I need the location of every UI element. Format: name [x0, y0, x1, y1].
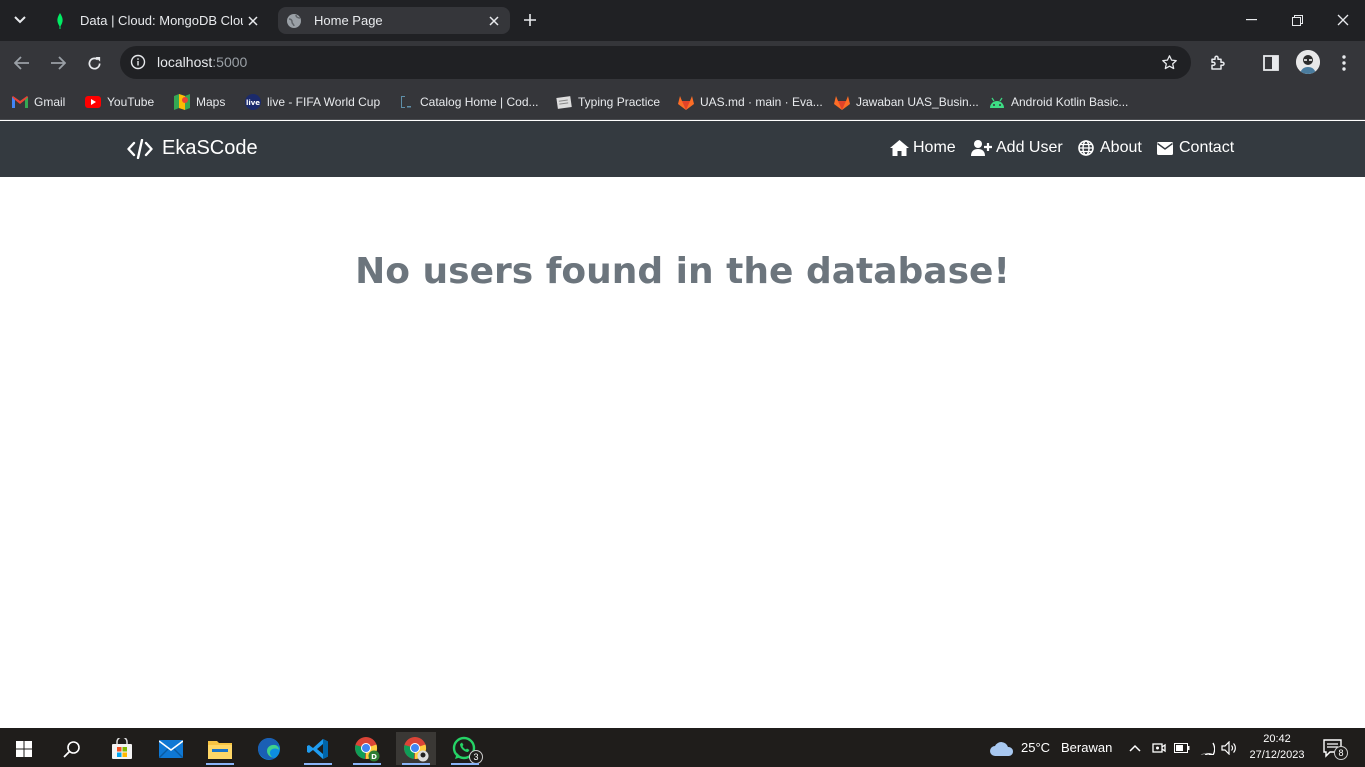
bookmarks-bar: Gmail YouTube Maps live live - FIFA Worl…: [0, 85, 1365, 120]
wifi-icon[interactable]: [1199, 740, 1215, 756]
weather-temperature[interactable]: 25°C: [1021, 740, 1050, 755]
nav-home[interactable]: Home: [889, 139, 956, 157]
battery-icon[interactable]: [1174, 740, 1190, 756]
gmail-icon: [12, 94, 28, 110]
bookmark-android-kotlin[interactable]: Android Kotlin Basic...: [989, 93, 1128, 111]
youtube-icon: [85, 94, 101, 110]
tab-search-dropdown-icon[interactable]: [8, 9, 32, 31]
catalog-icon: [398, 94, 414, 110]
nav-contact[interactable]: Contact: [1155, 139, 1234, 157]
bookmark-youtube[interactable]: YouTube: [85, 93, 154, 111]
bookmark-typing-practice[interactable]: Typing Practice: [556, 93, 660, 111]
globe-icon: [1076, 139, 1096, 157]
edge-icon[interactable]: [249, 732, 289, 765]
user-plus-icon: [970, 139, 992, 157]
clock-date: 27/12/2023: [1249, 749, 1305, 761]
meet-now-icon[interactable]: [1151, 740, 1167, 756]
windows-start-icon[interactable]: [4, 732, 44, 765]
windows-taskbar: D 3 25°C Berawan 20:42 27/12/2023: [0, 728, 1365, 767]
weather-condition[interactable]: Berawan: [1061, 740, 1112, 755]
brand-name: EkaSCode: [162, 137, 258, 159]
side-panel-icon[interactable]: [1259, 51, 1283, 75]
typing-icon: [556, 94, 572, 110]
tab-title: Home Page: [314, 13, 383, 28]
site-info-icon[interactable]: [128, 52, 148, 72]
nav-about[interactable]: About: [1076, 139, 1142, 157]
chevron-up-icon[interactable]: [1127, 740, 1143, 756]
live-icon: live: [245, 94, 261, 110]
bookmark-jawaban-uas[interactable]: Jawaban UAS_Busin...: [834, 93, 979, 111]
nav-add-user[interactable]: Add User: [970, 139, 1063, 157]
vscode-icon[interactable]: [298, 732, 338, 765]
tab-title: Data | Cloud: MongoDB Cloud: [80, 13, 243, 28]
browser-toolbar: localhost:5000: [0, 41, 1365, 85]
tab-mongodb[interactable]: Data | Cloud: MongoDB Cloud: [44, 7, 269, 34]
maps-icon: [174, 94, 190, 110]
minimize-icon[interactable]: [1238, 8, 1264, 32]
restore-icon[interactable]: [1284, 8, 1310, 32]
microsoft-store-icon[interactable]: [102, 732, 142, 765]
back-arrow-icon[interactable]: [10, 51, 34, 75]
mongodb-leaf-icon: [52, 12, 68, 29]
system-clock[interactable]: 20:42 27/12/2023: [1242, 731, 1312, 763]
mail-icon[interactable]: [151, 732, 191, 765]
bookmark-catalog-home[interactable]: Catalog Home | Cod...: [398, 93, 539, 111]
android-icon: [989, 94, 1005, 110]
globe-favicon-icon: [286, 13, 302, 29]
gitlab-icon: [678, 94, 694, 110]
code-icon: [127, 138, 155, 160]
svg-text:D: D: [371, 753, 377, 761]
close-icon[interactable]: [484, 11, 504, 31]
close-icon[interactable]: [243, 11, 263, 31]
whatsapp-icon[interactable]: 3: [445, 732, 485, 765]
profile-avatar[interactable]: [1296, 50, 1320, 74]
notification-count-badge: 8: [1334, 746, 1348, 760]
bookmark-gmail[interactable]: Gmail: [12, 93, 65, 111]
svg-text:live: live: [246, 99, 260, 107]
bookmark-maps[interactable]: Maps: [174, 93, 225, 111]
search-icon[interactable]: [52, 732, 92, 765]
volume-icon[interactable]: [1221, 740, 1237, 756]
forward-arrow-icon[interactable]: [46, 51, 70, 75]
url-text: localhost:5000: [157, 54, 248, 70]
bookmark-uas-md[interactable]: UAS.md · main · Eva...: [678, 93, 823, 111]
envelope-icon: [1155, 139, 1175, 157]
extensions-puzzle-icon[interactable]: [1206, 51, 1230, 75]
gitlab-icon: [834, 94, 850, 110]
file-explorer-icon[interactable]: [200, 732, 240, 765]
site-navbar: EkaSCode Home Add User About Contact: [0, 121, 1365, 177]
chrome-profile-d-icon[interactable]: D: [347, 732, 387, 765]
more-menu-icon[interactable]: [1332, 51, 1356, 75]
bookmark-star-icon[interactable]: [1159, 52, 1179, 72]
close-window-icon[interactable]: [1330, 8, 1356, 32]
weather-cloud-icon[interactable]: [988, 740, 1016, 756]
brand-link[interactable]: EkaSCode: [127, 137, 258, 160]
reload-icon[interactable]: [82, 51, 106, 75]
new-tab-plus-icon[interactable]: [520, 10, 540, 30]
bookmark-live-fifa[interactable]: live live - FIFA World Cup: [245, 93, 380, 111]
browser-tab-strip: Data | Cloud: MongoDB Cloud Home Page: [0, 0, 1365, 41]
page-content: No users found in the database!: [0, 177, 1365, 728]
home-icon: [889, 139, 909, 157]
tab-home-page[interactable]: Home Page: [278, 7, 510, 34]
address-bar[interactable]: localhost:5000: [120, 46, 1191, 79]
chrome-icon[interactable]: [396, 732, 436, 765]
empty-state-message: No users found in the database!: [355, 251, 1010, 292]
clock-time: 20:42: [1263, 733, 1291, 745]
whatsapp-unread-badge: 3: [469, 750, 483, 764]
